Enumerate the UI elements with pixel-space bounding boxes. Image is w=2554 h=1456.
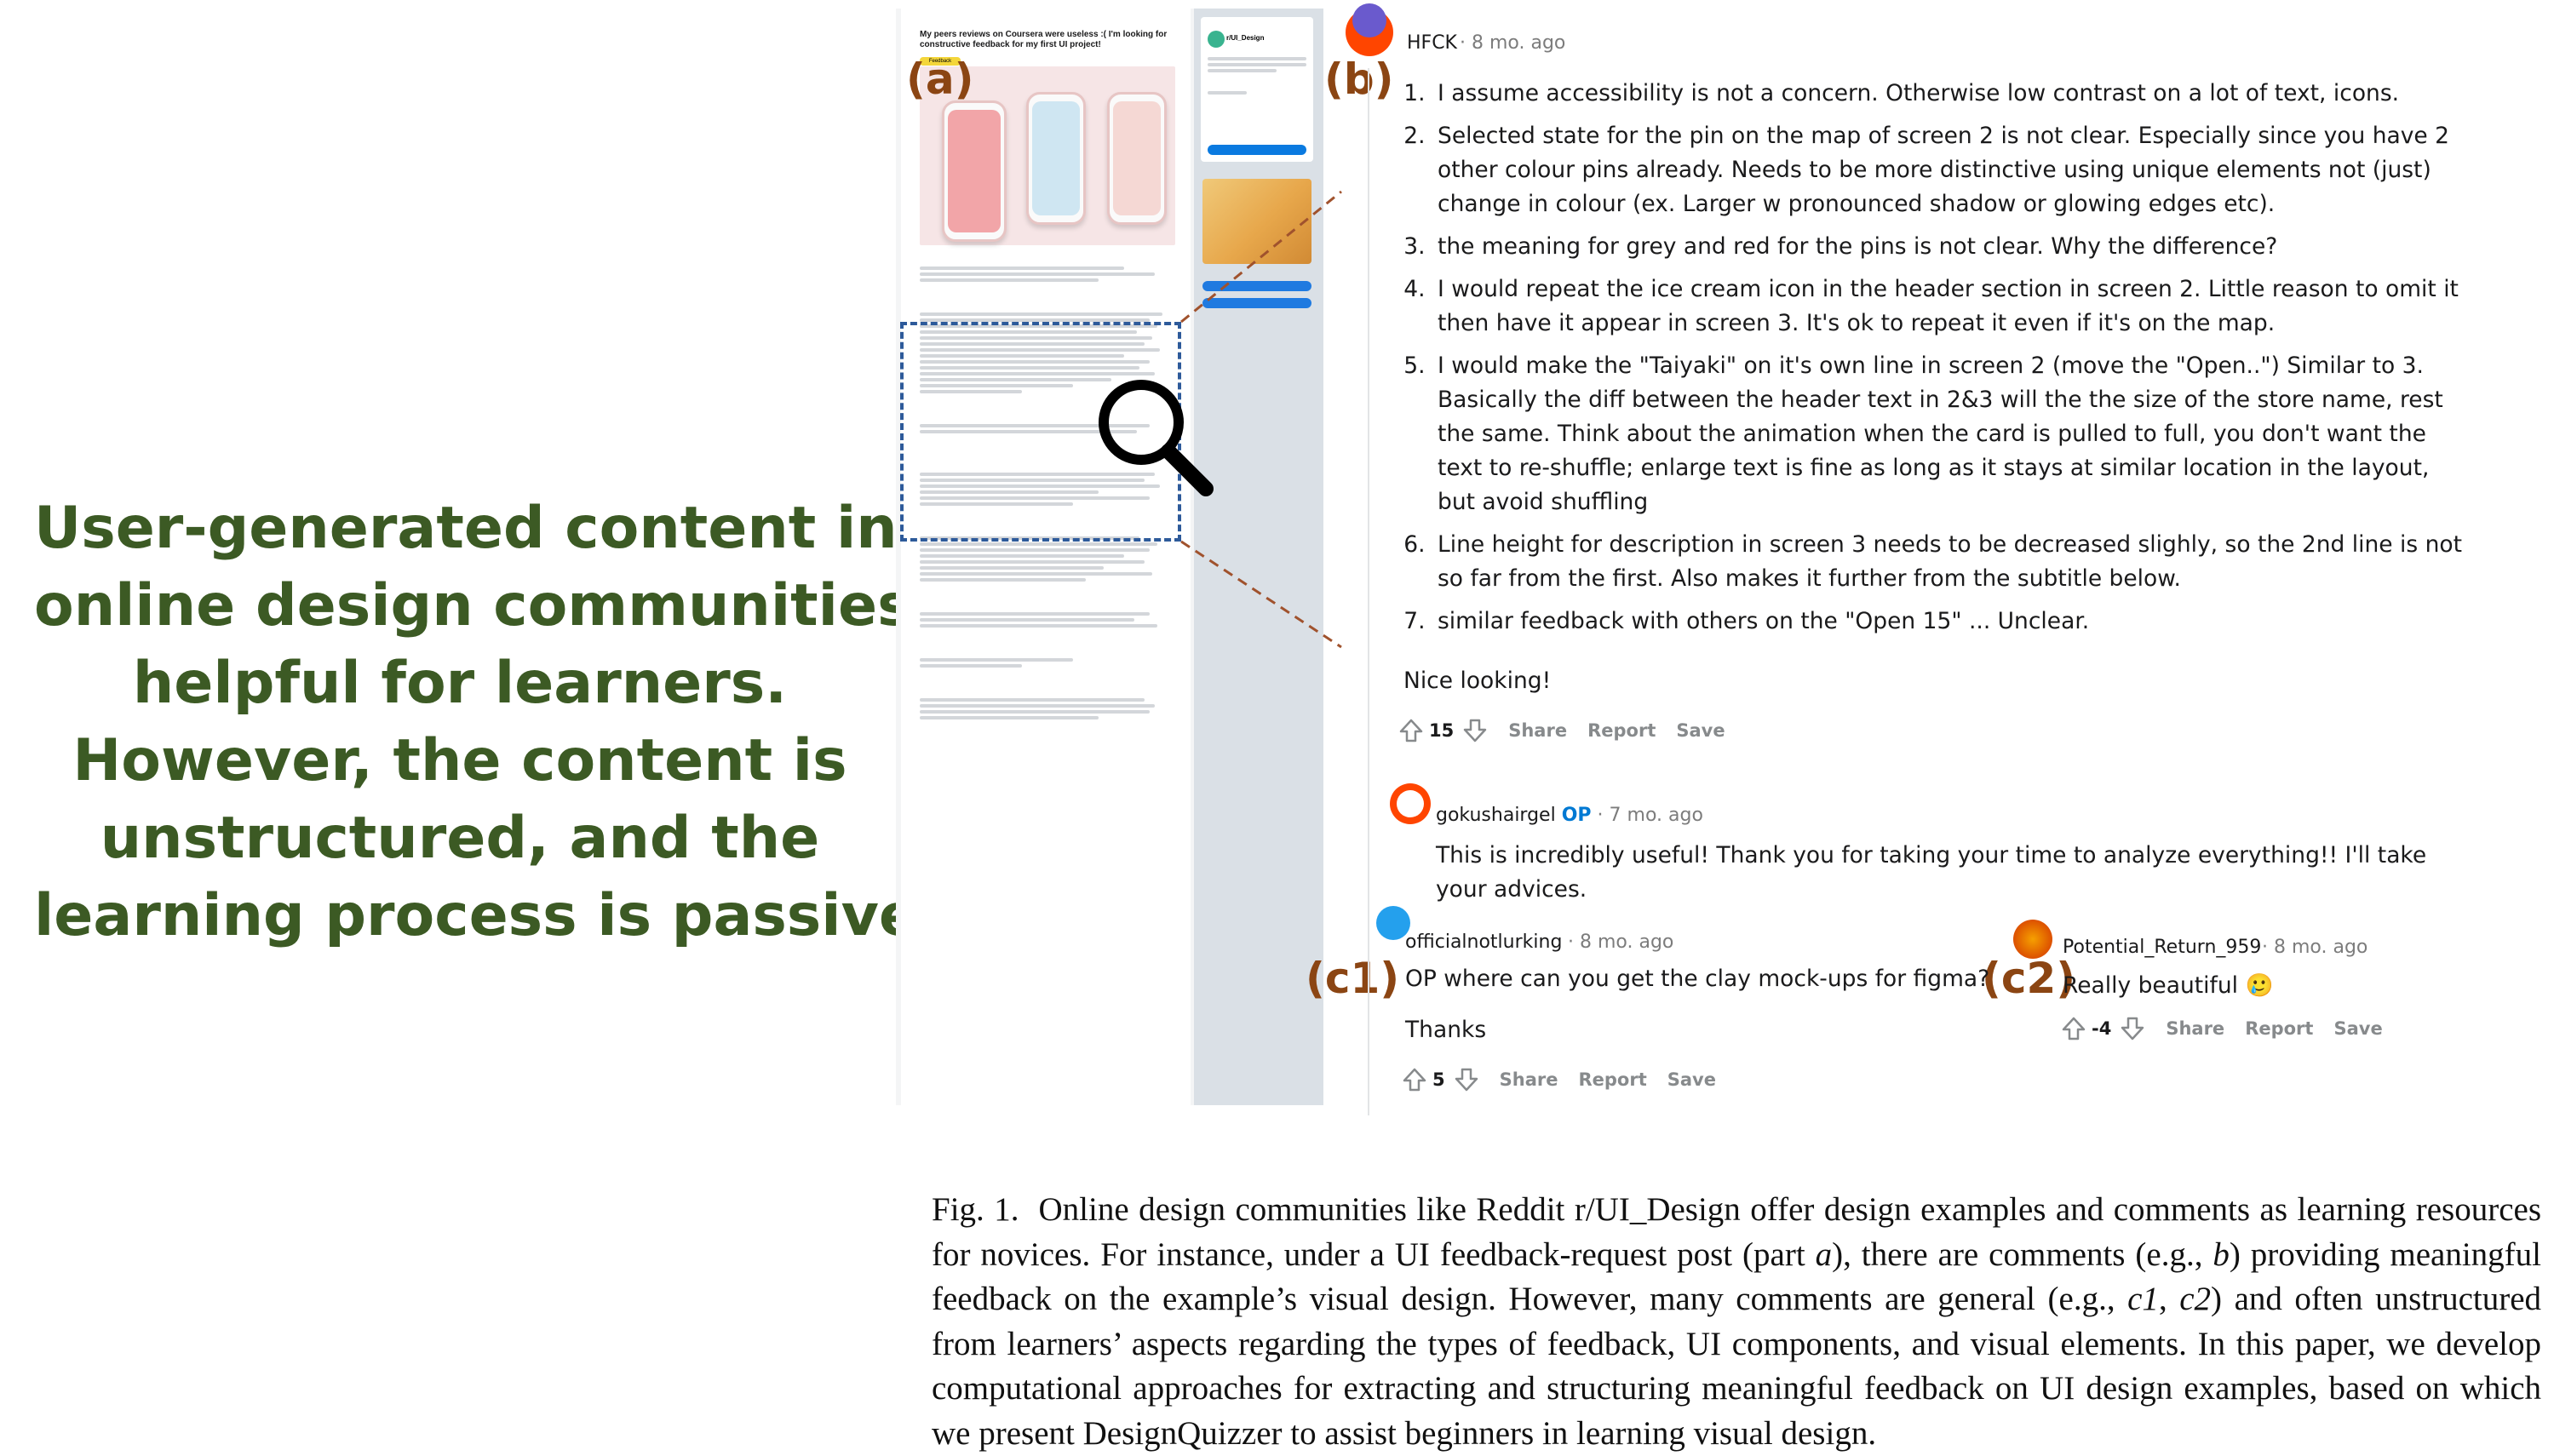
op-badge: OP: [1561, 805, 1592, 826]
username-officialnotlurking[interactable]: officialnotlurking: [1405, 931, 1562, 953]
feedback-item-2: Selected state for the pin on the map of…: [1432, 119, 2463, 221]
vote-row-b: 15 Share Report Save: [1398, 718, 1725, 743]
upvote-icon[interactable]: [1398, 718, 1424, 743]
figure-caption: Fig. 1. Online design communities like R…: [932, 1191, 2542, 1452]
avatar-potential-return: [2013, 920, 2052, 959]
feedback-item-5: I would make the "Taiyaki" on it's own l…: [1432, 349, 2463, 519]
vote-row-c1: 5 Share Report Save: [1402, 1067, 1716, 1092]
comment-section: HFCK · 8 mo. ago I assume accessibility …: [1346, 0, 2462, 1132]
avatar-gokushairgel-face: [1397, 790, 1424, 817]
feedback-item-1: I assume accessibility is not a concern.…: [1432, 77, 2463, 111]
c1-text-line2: Thanks: [1405, 1017, 1487, 1043]
feedback-item-3: the meaning for grey and red for the pin…: [1432, 230, 2463, 264]
c2-text: Really beautiful 🥲: [2063, 972, 2274, 999]
magnifier-icon: [1099, 380, 1214, 496]
thread-line-b[interactable]: [1368, 68, 1369, 1115]
share-button[interactable]: Share: [2166, 1018, 2224, 1039]
timestamp-hfck: · 8 mo. ago: [1460, 32, 1566, 54]
marker-a: (a): [906, 54, 974, 104]
report-button[interactable]: Report: [1587, 720, 1656, 741]
timestamp-potential-return: · 8 mo. ago: [2262, 937, 2368, 958]
vote-row-c2: -4 Share Report Save: [2061, 1016, 2383, 1041]
share-button[interactable]: Share: [1508, 720, 1567, 741]
c1-text-line1: OP where can you get the clay mock-ups f…: [1405, 966, 1990, 992]
username-gokushairgel[interactable]: gokushairgel: [1436, 805, 1556, 826]
timestamp-officialnotlurking: · 8 mo. ago: [1568, 931, 1674, 953]
downvote-icon[interactable]: [1454, 1067, 1479, 1092]
op-reply-text: This is incredibly useful! Thank you for…: [1436, 842, 2427, 903]
share-button[interactable]: Share: [1500, 1069, 1558, 1090]
upvote-icon[interactable]: [1402, 1067, 1427, 1092]
save-button[interactable]: Save: [1667, 1069, 1716, 1090]
feedback-item-6: Line height for description in screen 3 …: [1432, 528, 2463, 596]
save-button[interactable]: Save: [2333, 1018, 2382, 1039]
feedback-list: I assume accessibility is not a concern.…: [1403, 77, 2463, 647]
timestamp-gokushairgel: · 7 mo. ago: [1597, 805, 1703, 826]
downvote-icon[interactable]: [2120, 1016, 2145, 1041]
op-reply-header: gokushairgel OP · 7 mo. ago: [1436, 805, 1703, 826]
closing-remark: Nice looking!: [1403, 668, 1552, 694]
feedback-item-4: I would repeat the ice cream icon in the…: [1432, 272, 2463, 341]
downvote-icon[interactable]: [1462, 718, 1488, 743]
caption-label: Fig. 1.: [932, 1191, 1019, 1228]
username-hfck[interactable]: HFCK: [1407, 32, 1457, 54]
username-potential-return[interactable]: Potential_Return_959: [2063, 937, 2261, 958]
report-button[interactable]: Report: [2245, 1018, 2313, 1039]
upvote-icon[interactable]: [2061, 1016, 2086, 1041]
report-button[interactable]: Report: [1578, 1069, 1646, 1090]
feedback-item-7: similar feedback with others on the "Ope…: [1432, 605, 2463, 639]
emoji: 🥲: [2245, 972, 2274, 999]
avatar-hfck-head: [1352, 3, 1386, 37]
score-b: 15: [1429, 720, 1455, 741]
score-c2: -4: [2092, 1018, 2112, 1039]
score-c1: 5: [1432, 1069, 1445, 1090]
save-button[interactable]: Save: [1676, 720, 1725, 741]
